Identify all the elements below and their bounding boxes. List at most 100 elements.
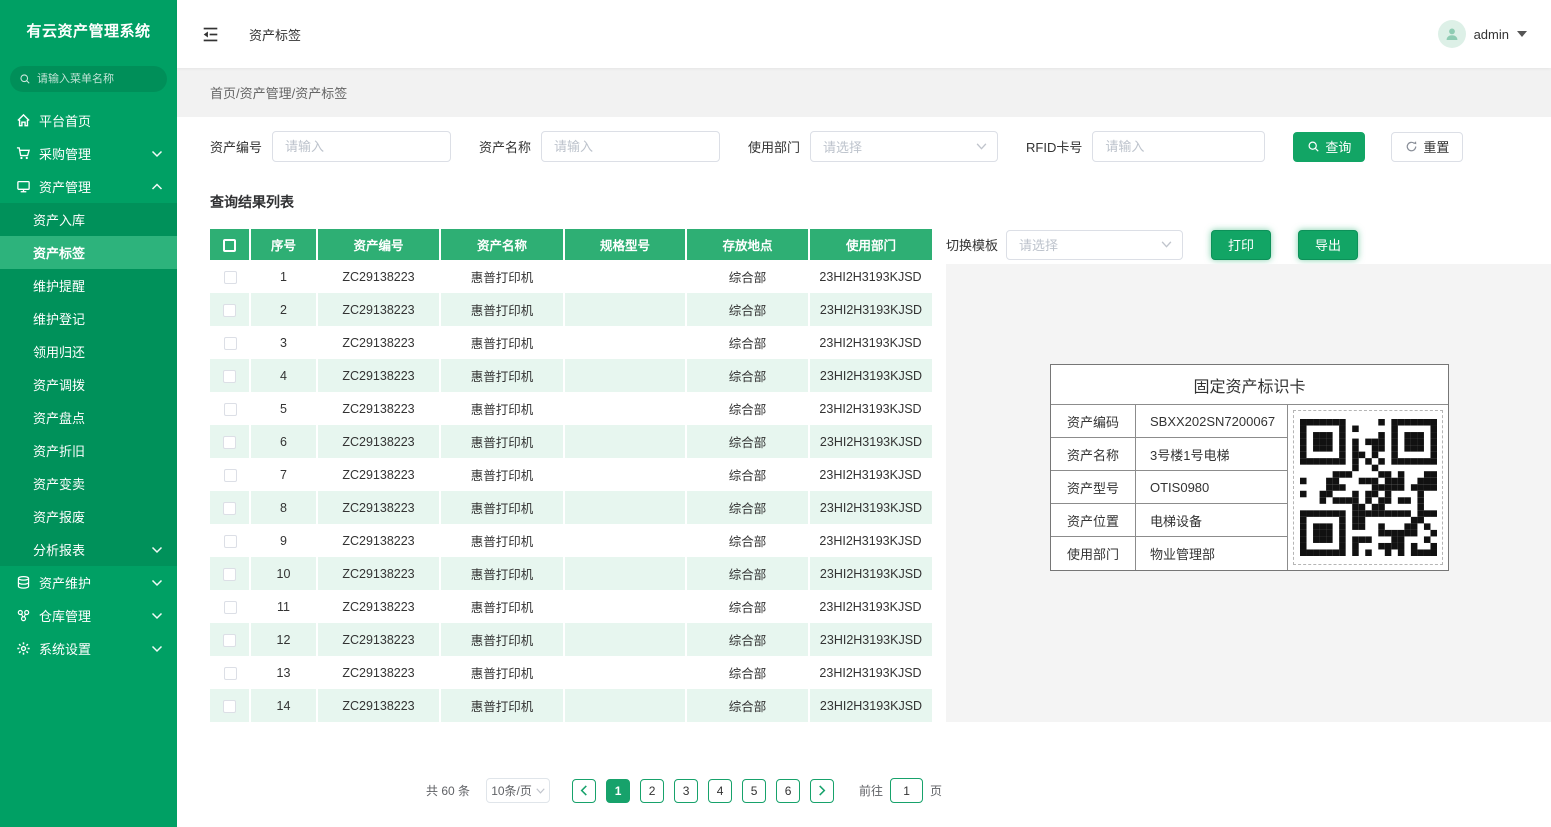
chevron-down-icon <box>151 612 163 620</box>
sidebar-item-label: 资产折旧 <box>33 441 85 460</box>
topbar: 资产标签 admin <box>177 0 1551 68</box>
cell-code: ZC29138223 <box>317 656 440 689</box>
table-row[interactable]: 4ZC29138223惠普打印机综合部23HI2H3193KJSD <box>210 359 932 392</box>
table-row[interactable]: 5ZC29138223惠普打印机综合部23HI2H3193KJSD <box>210 392 932 425</box>
table-row[interactable]: 13ZC29138223惠普打印机综合部23HI2H3193KJSD <box>210 656 932 689</box>
cell-code: ZC29138223 <box>317 524 440 557</box>
sidebar-item-label: 系统设置 <box>39 639 91 658</box>
row-checkbox[interactable] <box>224 403 237 416</box>
filter-label-rfid: RFID卡号 <box>1026 137 1082 156</box>
table-row[interactable]: 14ZC29138223惠普打印机综合部23HI2H3193KJSD <box>210 689 932 722</box>
department-select[interactable]: 请选择 <box>810 131 998 162</box>
table-row[interactable]: 10ZC29138223惠普打印机综合部23HI2H3193KJSD <box>210 557 932 590</box>
sidebar-item-领用归还[interactable]: 领用归还 <box>0 335 177 368</box>
table-row[interactable]: 3ZC29138223惠普打印机综合部23HI2H3193KJSD <box>210 326 932 359</box>
search-icon <box>19 73 31 85</box>
sidebar-fold-icon[interactable] <box>197 21 223 47</box>
sidebar-item-资产标签[interactable]: 资产标签 <box>0 236 177 269</box>
cell-code: ZC29138223 <box>317 557 440 590</box>
row-checkbox[interactable] <box>224 601 237 614</box>
prev-page-button[interactable] <box>572 779 596 803</box>
rfid-input[interactable] <box>1092 131 1265 162</box>
table-row[interactable]: 9ZC29138223惠普打印机综合部23HI2H3193KJSD <box>210 524 932 557</box>
cell-department: 23HI2H3193KJSD <box>809 458 932 491</box>
cell-model <box>564 689 686 722</box>
card-field-value: 3号楼1号电梯 <box>1136 438 1287 470</box>
table-row[interactable]: 8ZC29138223惠普打印机综合部23HI2H3193KJSD <box>210 491 932 524</box>
cell-location: 综合部 <box>686 590 809 623</box>
sidebar-item-label: 分析报表 <box>33 540 85 559</box>
goto-page-input[interactable] <box>890 778 923 803</box>
cell-model <box>564 326 686 359</box>
sidebar-item-系统设置[interactable]: 系统设置 <box>0 632 177 665</box>
sidebar-item-资产入库[interactable]: 资产入库 <box>0 203 177 236</box>
sidebar-item-资产维护[interactable]: 资产维护 <box>0 566 177 599</box>
sidebar-item-资产变卖[interactable]: 资产变卖 <box>0 467 177 500</box>
page-button-6[interactable]: 6 <box>776 779 800 803</box>
avatar <box>1438 20 1466 48</box>
column-header: 序号 <box>250 229 317 260</box>
select-all-checkbox[interactable] <box>223 239 236 252</box>
asset-name-input[interactable] <box>541 131 720 162</box>
table-row[interactable]: 7ZC29138223惠普打印机综合部23HI2H3193KJSD <box>210 458 932 491</box>
print-button[interactable]: 打印 <box>1211 230 1271 260</box>
cell-code: ZC29138223 <box>317 590 440 623</box>
sidebar-item-平台首页[interactable]: 平台首页 <box>0 104 177 137</box>
database-icon <box>15 574 32 591</box>
sidebar-item-资产报废[interactable]: 资产报废 <box>0 500 177 533</box>
page-button-2[interactable]: 2 <box>640 779 664 803</box>
row-checkbox[interactable] <box>223 370 236 383</box>
sidebar-item-仓库管理[interactable]: 仓库管理 <box>0 599 177 632</box>
row-checkbox[interactable] <box>223 502 236 515</box>
export-button[interactable]: 导出 <box>1298 230 1358 260</box>
table-row[interactable]: 12ZC29138223惠普打印机综合部23HI2H3193KJSD <box>210 623 932 656</box>
page-size-select[interactable]: 10条/页 <box>486 778 550 803</box>
row-checkbox[interactable] <box>223 304 236 317</box>
asset-code-input[interactable] <box>272 131 451 162</box>
page-button-4[interactable]: 4 <box>708 779 732 803</box>
sidebar-item-资产盘点[interactable]: 资产盘点 <box>0 401 177 434</box>
sidebar-item-资产管理[interactable]: 资产管理 <box>0 170 177 203</box>
row-checkbox[interactable] <box>224 469 237 482</box>
table-row[interactable]: 11ZC29138223惠普打印机综合部23HI2H3193KJSD <box>210 590 932 623</box>
sidebar-item-维护登记[interactable]: 维护登记 <box>0 302 177 335</box>
sidebar-item-资产折旧[interactable]: 资产折旧 <box>0 434 177 467</box>
page-button-5[interactable]: 5 <box>742 779 766 803</box>
search-button[interactable]: 查询 <box>1293 132 1365 162</box>
menu-search-input[interactable] <box>37 73 179 85</box>
sidebar-item-label: 资产维护 <box>39 573 91 592</box>
cell-code: ZC29138223 <box>317 326 440 359</box>
row-checkbox[interactable] <box>224 667 237 680</box>
row-checkbox[interactable] <box>223 634 236 647</box>
row-checkbox[interactable] <box>223 700 236 713</box>
sidebar-item-分析报表[interactable]: 分析报表 <box>0 533 177 566</box>
sidebar-item-采购管理[interactable]: 采购管理 <box>0 137 177 170</box>
next-page-button[interactable] <box>810 779 834 803</box>
row-checkbox[interactable] <box>223 568 236 581</box>
menu-search[interactable] <box>10 66 167 92</box>
template-select[interactable]: 请选择 <box>1006 230 1183 260</box>
sidebar-item-label: 平台首页 <box>39 111 91 130</box>
reset-button[interactable]: 重置 <box>1391 132 1463 162</box>
table-row[interactable]: 2ZC29138223惠普打印机综合部23HI2H3193KJSD <box>210 293 932 326</box>
table-row[interactable]: 6ZC29138223惠普打印机综合部23HI2H3193KJSD <box>210 425 932 458</box>
page-button-3[interactable]: 3 <box>674 779 698 803</box>
cell-name: 惠普打印机 <box>440 623 564 656</box>
row-checkbox[interactable] <box>224 535 237 548</box>
cell-code: ZC29138223 <box>317 458 440 491</box>
card-field-value: OTIS0980 <box>1136 471 1287 503</box>
page-button-1[interactable]: 1 <box>606 779 630 803</box>
card-field-row: 资产名称3号楼1号电梯 <box>1051 438 1287 471</box>
template-row: 切换模板 请选择 打印 导出 <box>946 229 1551 260</box>
user-menu[interactable]: admin <box>1438 20 1527 48</box>
row-checkbox[interactable] <box>224 337 237 350</box>
cell-location: 综合部 <box>686 425 809 458</box>
sidebar-item-资产调拨[interactable]: 资产调拨 <box>0 368 177 401</box>
content: 资产编号 资产名称 使用部门 请选择 RFID卡号 查询 <box>177 117 1551 827</box>
search-button-label: 查询 <box>1325 137 1351 156</box>
row-checkbox[interactable] <box>223 436 236 449</box>
table-row[interactable]: 1ZC29138223惠普打印机综合部23HI2H3193KJSD <box>210 260 932 293</box>
row-checkbox[interactable] <box>224 271 237 284</box>
sidebar-item-维护提醒[interactable]: 维护提醒 <box>0 269 177 302</box>
cell-index: 11 <box>250 590 317 623</box>
